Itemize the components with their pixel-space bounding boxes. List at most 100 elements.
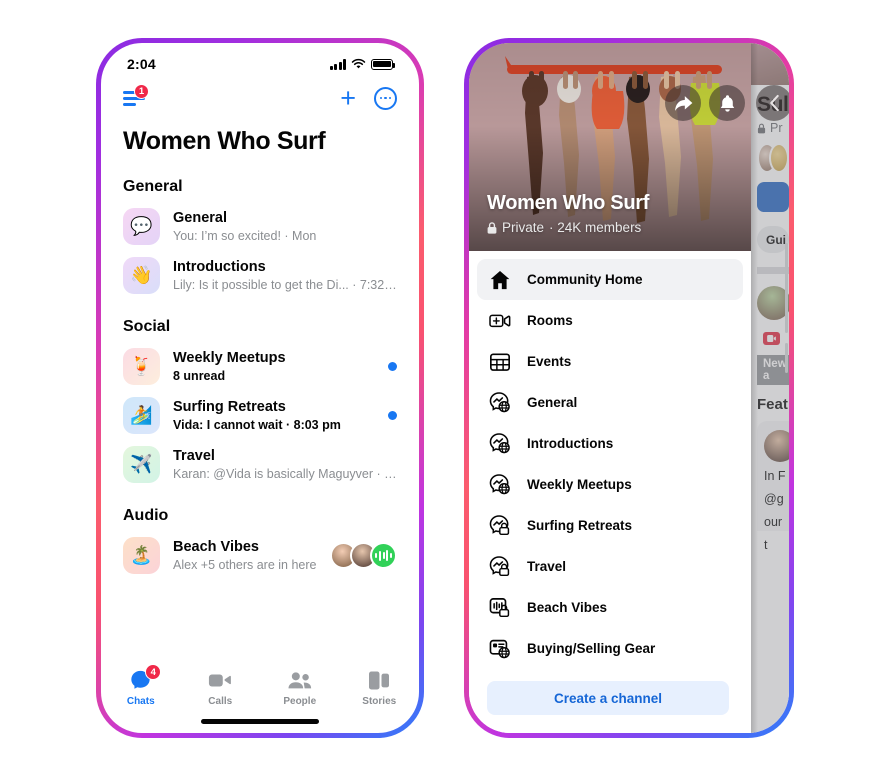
section-header: Audio: [123, 507, 169, 524]
channel-row[interactable]: 🏄 Surfing Retreats Vida: I cannot wait · 8…: [101, 391, 419, 440]
channel-name: Beach Vibes: [173, 538, 259, 555]
drawer-item-label: Travel: [527, 559, 567, 574]
video-camera-icon: [208, 669, 232, 691]
drawer-item-events[interactable]: Events: [477, 341, 743, 382]
channel-name: Travel: [173, 447, 215, 464]
drawer-item-label: Events: [527, 354, 572, 369]
create-channel-button[interactable]: Create a channel: [487, 681, 729, 715]
tab-people[interactable]: People: [260, 669, 340, 707]
drawer-item-introductions[interactable]: Introductions: [477, 423, 743, 464]
right-phone-frame: Sul Pr Gui New a Feat: [464, 38, 794, 738]
drawer-menu-list: Community Home Rooms Events General Introduc…: [469, 259, 751, 669]
channel-text: General You: I’m so excited! · Mon: [173, 209, 397, 245]
drawer-item-general[interactable]: General: [477, 382, 743, 423]
channel-text: Surfing Retreats Vida: I cannot wait · 8:…: [173, 398, 375, 434]
channel-name: General: [173, 209, 227, 226]
unread-dot: [388, 411, 397, 420]
channel-preview: Alex +5 others are in here: [173, 557, 317, 572]
section-header: General: [123, 178, 183, 195]
tab-calls[interactable]: Calls: [181, 669, 261, 707]
unread-dot: [388, 362, 397, 371]
channel-row[interactable]: 🏝️ Beach Vibes Alex +5 others are in here: [101, 531, 419, 580]
tab-chats[interactable]: 4 Chats: [101, 664, 181, 707]
drawer-item-label: Community Home: [527, 272, 643, 287]
chat-bubble-icon: 4: [129, 664, 162, 691]
chevron-left-icon: [769, 94, 779, 112]
join-audio-button[interactable]: [370, 542, 397, 569]
drawer-item-beach-vibes[interactable]: Beach Vibes: [477, 587, 743, 628]
people-icon: [287, 669, 313, 691]
scrollbar-thumb[interactable]: [785, 343, 788, 373]
video-room-icon: [489, 310, 511, 332]
channel-name: Weekly Meetups: [173, 349, 286, 366]
drawer-item-label: Beach Vibes: [527, 600, 608, 615]
channel-preview: Lily: Is it possible to get the Di... · …: [173, 277, 397, 292]
channel-row[interactable]: 👋 Introductions Lily: Is it possible to ge…: [101, 251, 419, 300]
left-phone-frame: 2:04 1 + Women Who Surf General 💬 Genera…: [96, 38, 424, 738]
more-options-icon[interactable]: [374, 86, 397, 110]
signal-bars-icon: [329, 58, 346, 70]
active-listeners: [330, 542, 397, 569]
channel-preview: 8 unread: [173, 368, 226, 383]
nav-actions: +: [340, 84, 397, 112]
stories-icon: [367, 669, 391, 691]
tab-people-label: People: [283, 696, 317, 707]
home-icon: [489, 269, 511, 291]
drawer-item-label: Introductions: [527, 436, 614, 451]
back-button[interactable]: [756, 85, 789, 121]
channel-text: Introductions Lily: Is it possible to get…: [173, 258, 397, 294]
channel-private-icon: [489, 515, 511, 537]
share-button[interactable]: [665, 85, 701, 121]
drawer-shadow: [751, 43, 758, 733]
section-header: Social: [123, 318, 171, 335]
tab-stories[interactable]: Stories: [340, 669, 420, 707]
drawer-item-label: General: [527, 395, 578, 410]
channel-avatar: 💬: [123, 208, 160, 245]
drawer-item-rooms[interactable]: Rooms: [477, 300, 743, 341]
drawer-item-weekly-meetups[interactable]: Weekly Meetups: [477, 464, 743, 505]
page-title: Women Who Surf: [123, 127, 326, 155]
tab-stories-label: Stories: [362, 696, 397, 707]
wifi-icon: [351, 58, 366, 69]
community-title: Women Who Surf: [487, 192, 650, 214]
channel-avatar: 🏄: [123, 397, 160, 434]
notifications-button[interactable]: [709, 85, 745, 121]
channel-text: Beach Vibes Alex +5 others are in here: [173, 538, 317, 574]
channel-name: Surfing Retreats: [173, 398, 286, 415]
left-phone-screen: 2:04 1 + Women Who Surf General 💬 Genera…: [101, 43, 419, 733]
menu-badge: 1: [134, 84, 149, 99]
channel-name: Introductions: [173, 258, 266, 275]
channel-public-icon: [489, 392, 511, 414]
channel-avatar: 🍹: [123, 348, 160, 385]
community-page-behind-drawer: Sul Pr Gui New a Feat: [751, 43, 789, 733]
channel-row[interactable]: ✈️ Travel Karan: @Vida is basically Maguyv…: [101, 440, 419, 489]
home-indicator: [201, 719, 319, 724]
lock-icon: [487, 221, 497, 234]
status-time: 2:04: [127, 56, 156, 72]
audio-private-icon: [489, 597, 511, 619]
channel-public-icon: [489, 433, 511, 455]
drawer-item-label: Surfing Retreats: [527, 518, 633, 533]
tab-chats-label: Chats: [126, 696, 155, 707]
drawer-item-label: Weekly Meetups: [527, 477, 632, 492]
menu-button[interactable]: 1: [123, 84, 149, 107]
drawer-item-buying-selling-gear[interactable]: Buying/Selling Gear: [477, 628, 743, 669]
tab-calls-label: Calls: [208, 696, 233, 707]
channel-preview: Karan: @Vida is basically Maguyver · Wed: [173, 466, 397, 481]
channel-preview: You: I’m so excited! · Mon: [173, 228, 317, 243]
drawer-item-community-home[interactable]: Community Home: [477, 259, 743, 300]
scrollbar-thumb[interactable]: [785, 243, 788, 333]
community-drawer: Community Home Rooms Events General Introduc…: [469, 251, 751, 733]
channel-preview: Vida: I cannot wait · 8:03 pm: [173, 417, 341, 432]
channel-row[interactable]: 💬 General You: I’m so excited! · Mon: [101, 202, 419, 251]
channel-row[interactable]: 🍹 Weekly Meetups 8 unread: [101, 342, 419, 391]
new-chat-button[interactable]: +: [340, 84, 356, 112]
drawer-item-surfing-retreats[interactable]: Surfing Retreats: [477, 505, 743, 546]
privacy-label: Private: [502, 220, 545, 235]
channel-private-icon: [489, 556, 511, 578]
members-label: · 24K members: [549, 220, 642, 235]
drawer-item-travel[interactable]: Travel: [477, 546, 743, 587]
channel-public-icon: [489, 474, 511, 496]
right-phone-screen: Sul Pr Gui New a Feat: [469, 43, 789, 733]
channel-text: Travel Karan: @Vida is basically Maguyver…: [173, 447, 397, 483]
